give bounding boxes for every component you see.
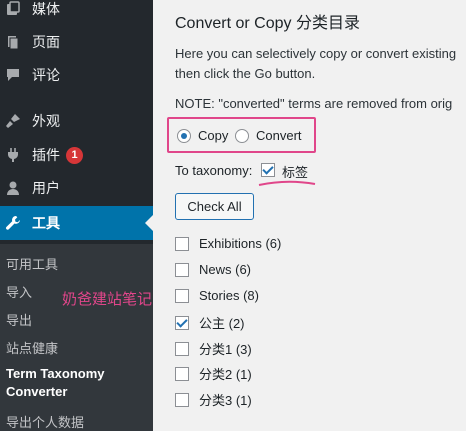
term-row[interactable]: 分类1 (3) <box>175 339 252 358</box>
term-row[interactable]: Exhibitions (6) <box>175 236 281 251</box>
tools-submenu: 可用工具 导入 导出 站点健康 Term Taxonomy Converter … <box>0 244 153 431</box>
term-label: 分类2 (1) <box>199 367 252 382</box>
copy-radio-dot[interactable] <box>177 128 191 143</box>
copy-radio-label: Copy <box>198 128 229 143</box>
term-checkbox[interactable] <box>175 236 189 251</box>
taxonomy-label: To taxonomy: <box>175 163 253 178</box>
convert-radio-label: Convert <box>256 128 302 143</box>
term-label: Stories (8) <box>199 288 259 303</box>
term-checkbox[interactable] <box>175 366 189 381</box>
check-all-button[interactable]: Check All <box>175 193 254 220</box>
sidebar-item-pages[interactable]: 页面 <box>0 25 153 59</box>
term-row[interactable]: 分类2 (1) <box>175 364 252 383</box>
term-checkbox[interactable] <box>175 315 189 330</box>
convert-radio[interactable]: Convert <box>235 128 302 143</box>
main-content: Convert or Copy 分类目录 Here you can select… <box>153 0 466 431</box>
term-row[interactable]: 公主 (2) <box>175 313 245 332</box>
sidebar-item-label: 外观 <box>32 113 60 129</box>
page-icon <box>4 33 22 51</box>
term-checkbox[interactable] <box>175 392 189 407</box>
submenu-item-export-personal-data[interactable]: 导出个人数据 <box>6 412 84 431</box>
description-line: then click the Go button. <box>175 66 316 81</box>
sidebar-item-label: 插件 <box>32 147 60 163</box>
sidebar-item-label: 工具 <box>32 215 60 231</box>
submenu-item-available-tools[interactable]: 可用工具 <box>6 254 58 273</box>
submenu-item-export[interactable]: 导出 <box>6 310 32 329</box>
copy-radio[interactable]: Copy <box>177 128 228 143</box>
submenu-item-term-taxonomy-converter[interactable]: Term Taxonomy Converter <box>6 365 126 401</box>
term-row[interactable]: 分类3 (1) <box>175 390 252 409</box>
wrench-icon <box>4 214 22 232</box>
term-label: 分类3 (1) <box>199 393 252 408</box>
term-label: 公主 (2) <box>199 316 245 331</box>
sidebar-item-label: 页面 <box>32 34 60 50</box>
term-checkbox[interactable] <box>175 262 189 277</box>
sidebar-item-label: 媒体 <box>32 1 60 17</box>
taxonomy-tag-label: 标签 <box>282 165 309 180</box>
term-label: Exhibitions (6) <box>199 236 282 251</box>
note-text: NOTE: "converted" terms are removed from… <box>175 96 453 111</box>
sidebar-item-appearance[interactable]: 外观 <box>0 104 153 138</box>
term-row[interactable]: Stories (8) <box>175 288 259 303</box>
comment-icon <box>4 66 22 84</box>
admin-sidebar: 媒体 页面 评论 外观 插件 1 用户 工具 可用工具 导入 导出 站点健康 T… <box>0 0 153 431</box>
sidebar-item-plugins[interactable]: 插件 1 <box>0 138 153 172</box>
sidebar-item-media[interactable]: 媒体 <box>0 0 153 26</box>
submenu-item-import[interactable]: 导入 <box>6 282 32 301</box>
watermark-text: 奶爸建站笔记 <box>62 291 153 308</box>
sidebar-item-label: 用户 <box>32 180 60 196</box>
description-line: Here you can selectively copy or convert… <box>175 46 457 61</box>
term-checkbox[interactable] <box>175 341 189 356</box>
page-title: Convert or Copy 分类目录 <box>175 15 360 32</box>
appearance-icon <box>4 112 22 130</box>
term-label: News (6) <box>199 262 252 277</box>
plugin-update-badge: 1 <box>66 146 83 164</box>
term-label: 分类1 (3) <box>199 342 252 357</box>
convert-radio-dot[interactable] <box>235 128 249 143</box>
term-checkbox[interactable] <box>175 288 189 303</box>
user-icon <box>4 179 22 197</box>
term-row[interactable]: News (6) <box>175 262 251 277</box>
sidebar-item-label: 评论 <box>32 67 60 83</box>
sidebar-item-tools[interactable]: 工具 <box>0 206 153 240</box>
highlight-underline <box>258 180 316 186</box>
media-icon <box>4 0 22 18</box>
page-description: Here you can selectively copy or convert… <box>175 44 456 84</box>
sidebar-item-comments[interactable]: 评论 <box>0 58 153 92</box>
plugin-icon <box>4 146 22 164</box>
submenu-item-site-health[interactable]: 站点健康 <box>6 338 58 357</box>
taxonomy-tag-checkbox[interactable] <box>261 163 275 177</box>
sidebar-item-users[interactable]: 用户 <box>0 171 153 205</box>
